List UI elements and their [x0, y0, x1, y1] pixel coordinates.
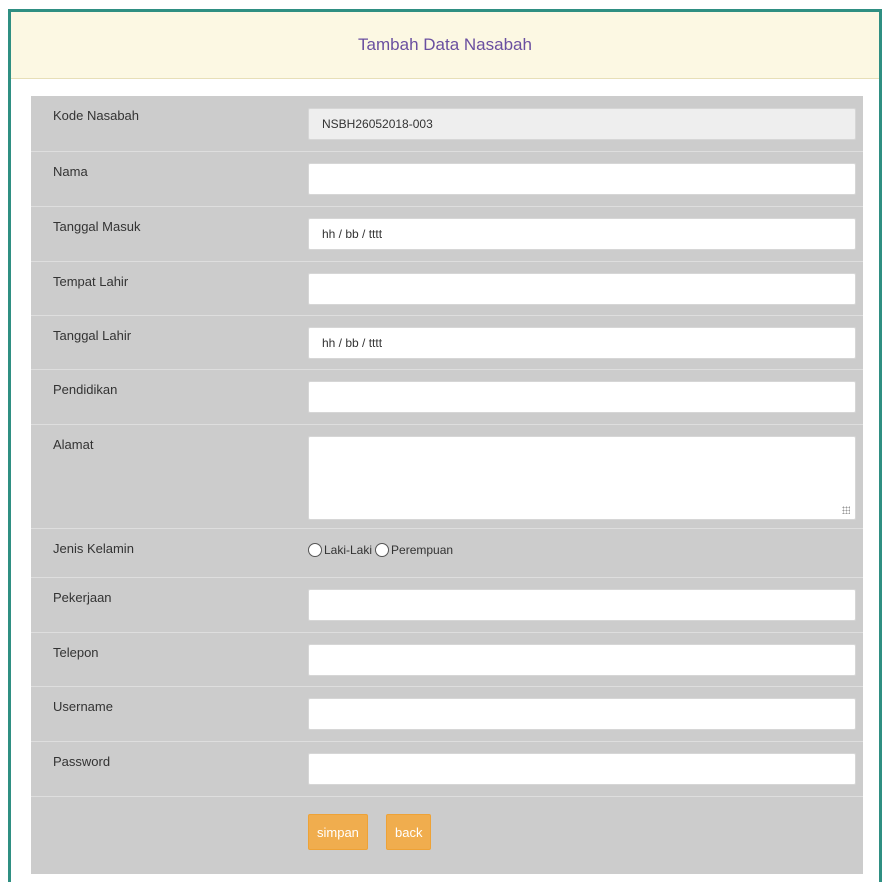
jenis-kelamin-radio-group: Laki-Laki Perempuan	[308, 543, 456, 557]
tanggal-masuk-field[interactable]: hh / bb / tttt	[308, 218, 856, 250]
row-tanggal-masuk: Tanggal Masuk hh / bb / tttt	[31, 207, 863, 262]
row-tempat-lahir: Tempat Lahir	[31, 262, 863, 316]
tanggal-masuk-placeholder: hh / bb / tttt	[322, 227, 383, 241]
username-field[interactable]	[308, 698, 856, 730]
tanggal-lahir-placeholder: hh / bb / tttt	[322, 336, 383, 350]
simpan-button[interactable]: simpan	[308, 814, 368, 850]
panel-heading: Tambah Data Nasabah	[11, 12, 879, 79]
form-panel: Tambah Data Nasabah Kode Nasabah Nama Ta…	[8, 9, 882, 882]
pendidikan-label: Pendidikan	[53, 382, 118, 397]
tempat-lahir-label: Tempat Lahir	[53, 274, 129, 289]
nama-field[interactable]	[308, 163, 856, 195]
alamat-field[interactable]	[308, 436, 856, 520]
radio-perempuan-label[interactable]: Perempuan	[391, 543, 453, 557]
row-tanggal-lahir: Tanggal Lahir hh / bb / tttt	[31, 316, 863, 370]
kode-nasabah-label: Kode Nasabah	[53, 108, 140, 123]
nama-label: Nama	[53, 164, 88, 179]
telepon-label: Telepon	[53, 645, 99, 660]
radio-laki-laki-label[interactable]: Laki-Laki	[324, 543, 372, 557]
tanggal-lahir-label: Tanggal Lahir	[53, 328, 132, 343]
telepon-field[interactable]	[308, 644, 856, 676]
row-username: Username	[31, 687, 863, 742]
password-field[interactable]	[308, 753, 856, 785]
username-label: Username	[53, 699, 113, 714]
back-button[interactable]: back	[386, 814, 432, 850]
tanggal-lahir-field[interactable]: hh / bb / tttt	[308, 327, 856, 359]
row-alamat: Alamat	[31, 425, 863, 529]
pekerjaan-field[interactable]	[308, 589, 856, 621]
row-jenis-kelamin: Jenis Kelamin Laki-Laki Perempuan	[31, 529, 863, 578]
row-nama: Nama	[31, 152, 863, 207]
radio-laki-laki[interactable]	[308, 543, 322, 557]
pekerjaan-label: Pekerjaan	[53, 590, 112, 605]
row-pendidikan: Pendidikan	[31, 370, 863, 425]
radio-perempuan[interactable]	[375, 543, 390, 557]
row-pekerjaan: Pekerjaan	[31, 578, 863, 633]
tempat-lahir-field[interactable]	[308, 273, 856, 305]
jenis-kelamin-label: Jenis Kelamin	[53, 541, 134, 556]
alamat-label: Alamat	[53, 437, 94, 452]
row-kode-nasabah: Kode Nasabah	[31, 96, 863, 152]
nasabah-form: Kode Nasabah Nama Tanggal Masuk hh / bb …	[31, 96, 863, 874]
password-label: Password	[53, 754, 111, 769]
page-title: Tambah Data Nasabah	[358, 35, 532, 54]
row-telepon: Telepon	[31, 633, 863, 687]
kode-nasabah-field[interactable]	[308, 108, 856, 140]
tanggal-masuk-label: Tanggal Masuk	[53, 219, 141, 234]
row-password: Password	[31, 742, 863, 797]
pendidikan-field[interactable]	[308, 381, 856, 413]
resize-grip-icon[interactable]	[842, 506, 850, 514]
